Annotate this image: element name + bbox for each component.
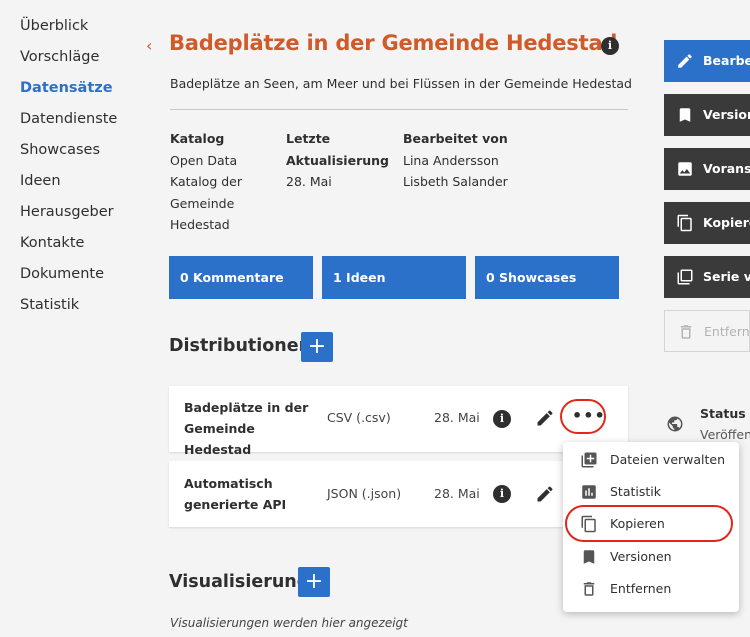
distribution-name-line: generierte API [184, 497, 287, 512]
add-visualisation-button[interactable]: + [298, 567, 330, 597]
sidebar-item-vorschlaege[interactable]: Vorschläge [20, 47, 117, 67]
distribution-row: Badeplätze in der Gemeinde Hedestad CSV … [169, 386, 628, 457]
visualisation-heading: Visualisierung [169, 572, 310, 592]
copy-label: Kopieren [703, 215, 750, 230]
catalog-value-line: Open Data [170, 152, 238, 168]
editor-name: Lisbeth Salander [403, 174, 508, 189]
trash-icon [680, 325, 692, 339]
files-icon [581, 452, 597, 468]
status-value: Veröffentlicht [700, 427, 750, 442]
distribution-name-line: Badeplätze in der [184, 400, 309, 415]
sidebar-nav: Überblick Vorschläge Datensätze Datendie… [20, 16, 117, 326]
bookmark-icon [679, 108, 691, 122]
preview-label: Voransicht [703, 161, 750, 176]
sidebar-item-ueberblick[interactable]: Überblick [20, 16, 117, 36]
highlight-ring [565, 505, 733, 542]
distribution-name[interactable]: Badeplätze in der Gemeinde Hedestad [184, 397, 319, 460]
sidebar-item-statistik[interactable]: Statistik [20, 295, 117, 315]
catalog-meta: Katalog Open Data Katalog der Gemeinde H… [170, 128, 242, 236]
versions-label: Versionen [703, 107, 750, 122]
sidebar-item-dokumente[interactable]: Dokumente [20, 264, 117, 284]
remove-label: Entfernen [704, 324, 750, 339]
distribution-name-line: Gemeinde Hedestad [184, 421, 255, 457]
sidebar-item-showcases[interactable]: Showcases [20, 140, 117, 160]
trash-icon [583, 582, 595, 596]
edit-label: Bearbeiten [703, 53, 750, 68]
sidebar-item-datensaetze[interactable]: Datensätze [20, 78, 117, 98]
menu-item-versionen[interactable]: Versionen [563, 541, 739, 573]
sidebar-item-kontakte[interactable]: Kontakte [20, 233, 117, 253]
sidebar-item-datendienste[interactable]: Datendienste [20, 109, 117, 129]
pencil-icon[interactable] [535, 408, 555, 428]
info-icon[interactable]: i [493, 485, 511, 503]
page-title: Badeplätze in der Gemeinde Hedestad [169, 31, 618, 55]
editors-label: Bearbeitet von [403, 131, 508, 146]
remove-button[interactable]: Entfernen [664, 310, 750, 352]
back-chevron-icon[interactable]: ‹ [146, 36, 152, 55]
pencil-icon [678, 54, 692, 68]
menu-item-statistik[interactable]: Statistik [563, 476, 739, 508]
distribution-date: 28. Mai [434, 410, 480, 425]
menu-item-dateien-verwalten[interactable]: Dateien verwalten [563, 444, 739, 476]
distribution-row: Automatisch generierte API JSON (.json) … [169, 461, 628, 527]
updated-meta: Letzte Aktualisierung 28. Mai [286, 128, 389, 193]
edit-button[interactable]: Bearbeiten [664, 40, 750, 82]
menu-item-label: Statistik [610, 484, 661, 499]
versions-button[interactable]: Versionen [664, 94, 750, 136]
editors-meta: Bearbeitet von Lina Andersson Lisbeth Sa… [403, 128, 508, 193]
copy-icon [677, 214, 692, 232]
distribution-format: JSON (.json) [327, 486, 402, 501]
series-button[interactable]: Serie verwalten [664, 256, 750, 298]
status-label: Status [700, 406, 746, 421]
distribution-format: CSV (.csv) [327, 410, 391, 425]
distribution-name-line: Automatisch [184, 476, 273, 491]
editor-name: Lina Andersson [403, 152, 499, 168]
add-distribution-button[interactable]: + [301, 332, 333, 362]
catalog-value-line: Gemeinde [170, 195, 235, 211]
library-icon [677, 269, 693, 285]
dataset-description: Badeplätze an Seen, am Meer und bei Flüs… [170, 76, 632, 91]
info-icon[interactable]: i [493, 410, 511, 428]
menu-item-label: Entfernen [610, 581, 672, 596]
comments-button[interactable]: 0 Kommentare [169, 256, 313, 299]
info-icon[interactable]: i [601, 37, 619, 55]
updated-value: 28. Mai [286, 174, 332, 189]
preview-button[interactable]: Voransicht [664, 148, 750, 190]
distributions-heading: Distributionen [169, 336, 312, 356]
image-icon [678, 162, 692, 176]
menu-item-label: Dateien verwalten [610, 452, 726, 467]
globe-icon [667, 416, 683, 432]
catalog-value-line: Katalog der [170, 174, 242, 189]
copy-button[interactable]: Kopieren [664, 202, 750, 244]
catalog-label: Katalog [170, 131, 225, 146]
updated-label-line: Aktualisierung [286, 152, 389, 168]
updated-label-line: Letzte [286, 131, 331, 146]
sidebar-item-ideen[interactable]: Ideen [20, 171, 117, 191]
bookmark-icon [583, 550, 595, 564]
visualisation-note: Visualisierungen werden hier angezeigt [170, 616, 408, 630]
divider [170, 109, 628, 110]
bar-chart-icon [582, 485, 596, 499]
catalog-value-line: Hedestad [170, 217, 230, 232]
distribution-name[interactable]: Automatisch generierte API [184, 473, 319, 515]
highlight-ring [560, 399, 606, 434]
sidebar-item-herausgeber[interactable]: Herausgeber [20, 202, 117, 222]
menu-item-entfernen[interactable]: Entfernen [563, 573, 739, 605]
distribution-date: 28. Mai [434, 486, 480, 501]
showcases-button[interactable]: 0 Showcases [475, 256, 619, 299]
series-label: Serie verwalten [703, 269, 750, 284]
menu-item-label: Versionen [610, 549, 672, 564]
ideas-button[interactable]: 1 Ideen [322, 256, 466, 299]
pencil-icon[interactable] [535, 484, 555, 504]
